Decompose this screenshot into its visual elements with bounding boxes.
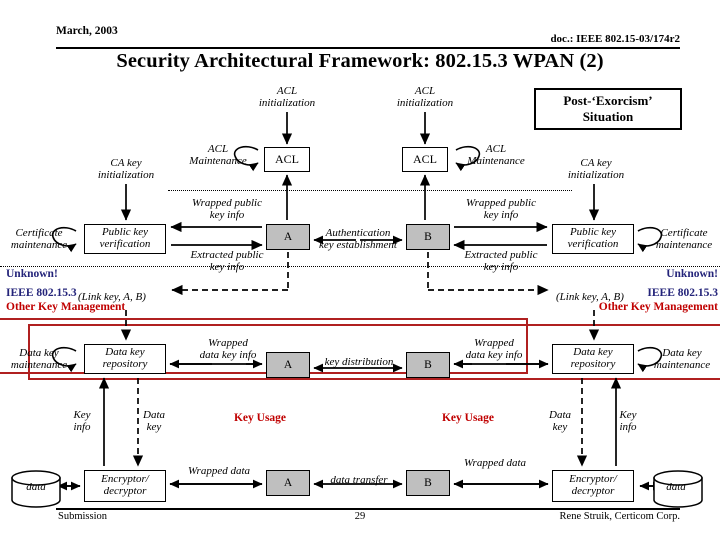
right-encryptor-decryptor-box: Encryptor/ decryptor <box>552 470 634 502</box>
right-unknown-label: Unknown! <box>666 268 718 280</box>
slide-canvas: March, 2003 doc.: IEEE 802.15-03/174r2 S… <box>0 0 720 540</box>
left-acl-maintenance-label: ACL Maintenance <box>189 143 247 167</box>
left-acl-box: ACL <box>264 147 310 172</box>
left-unknown-label: Unknown! <box>6 268 58 280</box>
left-data-key-label: Data key <box>143 409 165 433</box>
right-link-key-label: (Link key, A, B) <box>556 291 624 303</box>
header-divider <box>56 47 680 49</box>
footer-submission: Submission <box>58 511 108 522</box>
slide-doc-number: doc.: IEEE 802.15-03/174r2 <box>550 33 680 45</box>
left-ieee-label: IEEE 802.15.3 <box>6 287 77 299</box>
right-acl-box: ACL <box>402 147 448 172</box>
node-b-data-transfer: B <box>406 470 450 496</box>
right-data-key-repository-box: Data key repository <box>552 344 634 374</box>
key-usage-label-left: Key Usage <box>233 412 287 424</box>
key-usage-label-right: Key Usage <box>441 412 495 424</box>
right-certificate-maintenance-label: Certificate maintenance <box>655 227 713 251</box>
right-data-key-repository-label: Data key repository <box>570 346 616 370</box>
left-key-info-label: Key info <box>73 409 91 433</box>
right-acl-maintenance-label: ACL Maintenance <box>467 143 525 167</box>
authentication-key-establishment-label: Authentication key establishment <box>319 227 397 251</box>
left-wrapped-data-label: Wrapped data <box>187 465 251 477</box>
left-encryptor-decryptor-box: Encryptor/ decryptor <box>84 470 166 502</box>
left-ca-key-initialization-label: CA key initialization <box>97 157 155 181</box>
right-wrapped-data-label: Wrapped data <box>463 457 527 469</box>
callout-line-2: Situation <box>582 109 634 124</box>
post-exorcism-callout: Post-‘Exorcism’ Situation <box>534 88 682 130</box>
left-data-store-label: data <box>26 481 46 493</box>
data-transfer-label: data transfer <box>330 474 388 486</box>
right-public-key-verification-box: Public key verification <box>552 224 634 254</box>
left-public-key-verification-label: Public key verification <box>99 226 151 250</box>
left-data-key-repository-box: Data key repository <box>84 344 166 374</box>
left-encryptor-decryptor-label: Encryptor/ decryptor <box>101 473 149 497</box>
right-data-key-maintenance-label: Data key maintenance <box>653 347 711 371</box>
left-acl-initialization-label: ACL initialization <box>258 85 316 109</box>
node-a-key-establishment: A <box>266 224 310 250</box>
left-data-key-maintenance-label: Data key maintenance <box>10 347 68 371</box>
callout-line-1: Post-‘Exorcism’ <box>563 92 653 108</box>
key-distribution-label: key distribution <box>324 356 394 368</box>
right-data-key-label: Data key <box>549 409 571 433</box>
right-wrapped-data-key-info-label: Wrapped data key info <box>465 337 523 361</box>
right-wrapped-public-key-info-label: Wrapped public key info <box>466 197 536 221</box>
left-public-key-verification-box: Public key verification <box>84 224 166 254</box>
node-a-data-transfer: A <box>266 470 310 496</box>
right-encryptor-decryptor-label: Encryptor/ decryptor <box>569 473 617 497</box>
left-link-key-label: (Link key, A, B) <box>78 291 146 303</box>
left-extracted-public-key-info-label: Extracted public key info <box>190 249 264 273</box>
left-wrapped-data-key-info-label: Wrapped data key info <box>199 337 257 361</box>
right-ca-key-initialization-label: CA key initialization <box>567 157 625 181</box>
footer-divider <box>56 508 680 510</box>
slide-date: March, 2003 <box>56 25 118 37</box>
node-b-key-establishment: B <box>406 224 450 250</box>
left-data-key-repository-label: Data key repository <box>102 346 148 370</box>
node-a-key-distribution: A <box>266 352 310 378</box>
right-data-store-label: data <box>666 481 686 493</box>
separator-dotted-mid <box>0 266 720 267</box>
separator-dotted-top <box>168 190 572 191</box>
right-acl-initialization-label: ACL initialization <box>396 85 454 109</box>
left-wrapped-public-key-info-label: Wrapped public key info <box>192 197 262 221</box>
right-extracted-public-key-info-label: Extracted public key info <box>464 249 538 273</box>
page-title: Security Architectural Framework: 802.15… <box>116 50 604 72</box>
left-certificate-maintenance-label: Certificate maintenance <box>10 227 68 251</box>
right-public-key-verification-label: Public key verification <box>567 226 619 250</box>
footer-author: Rene Struik, Certicom Corp. <box>559 511 680 522</box>
right-key-info-label: Key info <box>619 409 637 433</box>
footer-page-number: 29 <box>354 511 366 522</box>
